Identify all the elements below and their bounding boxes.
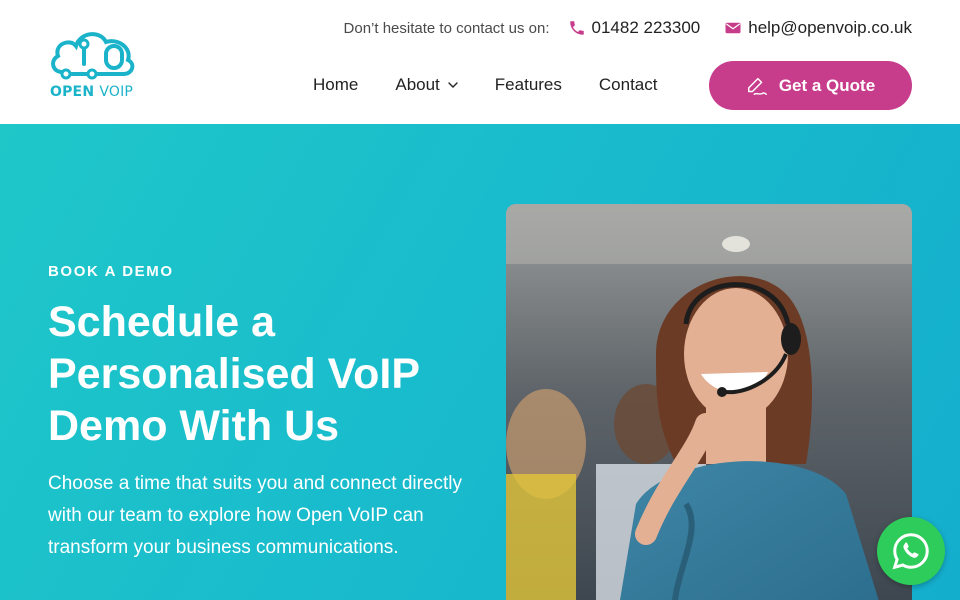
get-a-quote-button[interactable]: Get a Quote: [709, 61, 912, 110]
whatsapp-icon: [892, 533, 929, 570]
contact-lead-text: Don’t hesitate to contact us on:: [343, 19, 550, 37]
main-nav: Home About Features Contact: [313, 72, 657, 98]
cloud-network-icon: [51, 32, 135, 80]
phone-number: 01482 223300: [591, 18, 701, 37]
site-header: OPEN VOIP Don’t hesitate to contact us o…: [0, 0, 960, 124]
phone-icon: [569, 21, 584, 35]
logo-word-voip: VOIP: [99, 84, 134, 100]
envelope-icon: [725, 22, 741, 34]
nav-item-label: About: [395, 75, 440, 94]
nav-item-about[interactable]: About: [395, 75, 458, 95]
logo-word-open: OPEN: [50, 84, 95, 100]
hero-section: BOOK A DEMO Schedule a Personalised VoIP…: [0, 124, 960, 600]
hero-title: Schedule a Personalised VoIP Demo With U…: [48, 298, 420, 450]
nav-item-features[interactable]: Features: [495, 75, 562, 95]
open-voip-logo[interactable]: OPEN VOIP: [48, 24, 138, 104]
nav-item-label: Features: [494, 75, 562, 94]
nav-item-contact[interactable]: Contact: [599, 75, 658, 95]
email-link[interactable]: help@openvoip.co.uk: [724, 18, 912, 38]
nav-item-home[interactable]: Home: [313, 75, 358, 95]
call-centre-agent-photo: [506, 204, 912, 600]
contact-bar: Don’t hesitate to contact us on: 01482 2…: [344, 17, 912, 39]
chevron-down-icon: [448, 82, 458, 88]
logo-text: OPEN VOIP: [50, 84, 133, 100]
phone-link[interactable]: 01482 223300: [568, 18, 701, 38]
hero-eyebrow: BOOK A DEMO: [48, 263, 174, 280]
photo-illustration: [506, 204, 912, 600]
get-a-quote-label: Get a Quote: [778, 75, 876, 95]
whatsapp-chat-button[interactable]: [877, 517, 945, 585]
signature-icon: [747, 77, 767, 95]
hero-description: Choose a time that suits you and connect…: [48, 473, 463, 558]
nav-item-label: Home: [313, 75, 359, 94]
email-address: help@openvoip.co.uk: [748, 18, 912, 37]
nav-item-label: Contact: [598, 75, 658, 94]
